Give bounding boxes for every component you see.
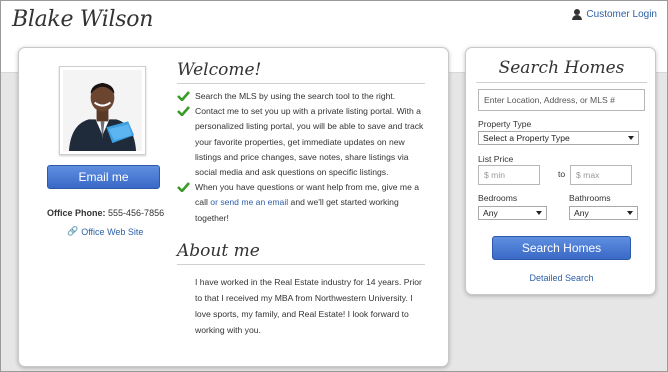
bedrooms-value: Any: [483, 208, 498, 218]
welcome-list: Search the MLS by using the search tool …: [177, 89, 427, 226]
site-title: Blake Wilson: [12, 7, 154, 32]
list-item: When you have questions or want help fro…: [177, 180, 427, 226]
checkmark-icon: [177, 106, 190, 117]
welcome-heading: Welcome!: [177, 60, 262, 80]
link-icon: 🔗: [67, 226, 79, 236]
office-phone: Office Phone: 555-456-7856: [47, 208, 164, 218]
agent-photo: [59, 66, 146, 155]
agent-portrait-image: [63, 70, 142, 151]
agent-profile-card: Email me Office Phone: 555-456-7856 🔗 Of…: [18, 47, 449, 367]
office-phone-value: 555-456-7856: [108, 208, 165, 218]
list-item: Search the MLS by using the search tool …: [177, 89, 427, 104]
bedrooms-label: Bedrooms: [478, 193, 518, 203]
search-heading: Search Homes: [498, 58, 625, 78]
about-text: I have worked in the Real Estate industr…: [195, 277, 422, 335]
person-icon: [572, 9, 583, 20]
search-homes-card: Search Homes Property Type Select a Prop…: [465, 47, 656, 295]
divider: [476, 82, 647, 83]
checkmark-icon: [177, 91, 190, 101]
customer-login-link[interactable]: Customer Login: [572, 9, 657, 20]
location-search-input[interactable]: [478, 89, 645, 111]
max-price-input[interactable]: [570, 165, 632, 185]
min-price-input[interactable]: [478, 165, 540, 185]
search-homes-button[interactable]: Search Homes: [492, 236, 631, 260]
divider: [177, 83, 425, 84]
detailed-search-link[interactable]: Detailed Search: [466, 273, 657, 283]
property-type-value: Select a Property Type: [483, 133, 570, 143]
property-type-label: Property Type: [478, 119, 532, 129]
email-me-button[interactable]: Email me: [47, 165, 160, 189]
price-to-label: to: [558, 169, 566, 179]
office-phone-label: Office Phone:: [47, 208, 106, 218]
send-email-link[interactable]: or send me an email: [210, 197, 288, 207]
chevron-down-icon: [628, 136, 634, 140]
list-item: Contact me to set you up with a private …: [177, 104, 427, 180]
divider: [177, 264, 425, 265]
bathrooms-select[interactable]: Any: [569, 206, 638, 220]
bathrooms-label: Bathrooms: [569, 193, 611, 203]
office-website-link[interactable]: 🔗 Office Web Site: [67, 226, 143, 237]
bedrooms-select[interactable]: Any: [478, 206, 547, 220]
bullet-text: Search the MLS by using the search tool …: [195, 91, 396, 101]
office-website-label: Office Web Site: [81, 226, 144, 237]
chevron-down-icon: [627, 211, 633, 215]
chevron-down-icon: [536, 211, 542, 215]
customer-login-label: Customer Login: [586, 9, 657, 20]
checkmark-icon: [177, 182, 190, 193]
bullet-text: Contact me to set you up with a private …: [195, 106, 424, 178]
about-heading: About me: [177, 241, 260, 261]
property-type-select[interactable]: Select a Property Type: [478, 131, 639, 145]
bathrooms-value: Any: [574, 208, 589, 218]
list-price-label: List Price: [478, 154, 514, 164]
